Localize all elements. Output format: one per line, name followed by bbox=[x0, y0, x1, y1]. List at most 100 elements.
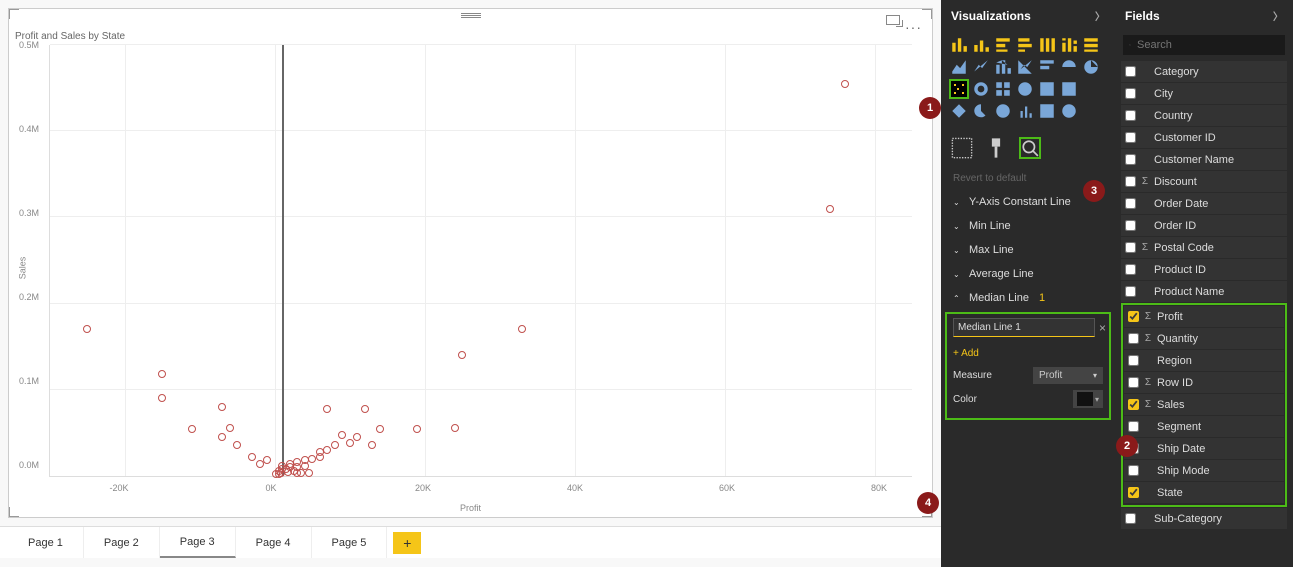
field-checkbox[interactable] bbox=[1128, 399, 1139, 410]
format-mode-icon[interactable] bbox=[985, 137, 1007, 159]
h-stacked-bar-icon[interactable] bbox=[1015, 35, 1035, 55]
field-country[interactable]: Country bbox=[1121, 105, 1287, 126]
field-checkbox[interactable] bbox=[1125, 220, 1136, 231]
matrix-icon[interactable] bbox=[1037, 79, 1057, 99]
tab-page-3[interactable]: Page 3 bbox=[160, 527, 236, 558]
funnel-icon[interactable] bbox=[949, 101, 969, 121]
scatter-icon[interactable] bbox=[949, 79, 969, 99]
measure-select[interactable]: Profit▾ bbox=[1033, 367, 1103, 384]
ribbon-icon[interactable] bbox=[1037, 57, 1057, 77]
globe-icon[interactable] bbox=[1015, 79, 1035, 99]
fields-search[interactable] bbox=[1123, 35, 1285, 55]
max-line[interactable]: ⌄Max Line bbox=[941, 238, 1115, 262]
data-point[interactable] bbox=[338, 431, 346, 439]
data-point[interactable] bbox=[263, 456, 271, 464]
chart-visual[interactable]: ··· Profit and Sales by State Sales Prof… bbox=[8, 8, 933, 518]
data-point[interactable] bbox=[841, 80, 849, 88]
plot-area[interactable] bbox=[49, 45, 912, 477]
stacked-bar-icon[interactable] bbox=[949, 35, 969, 55]
field-segment[interactable]: Segment bbox=[1124, 416, 1284, 437]
tab-page-2[interactable]: Page 2 bbox=[84, 527, 160, 558]
tab-page-4[interactable]: Page 4 bbox=[236, 527, 312, 558]
analytics-mode-icon[interactable] bbox=[1019, 137, 1041, 159]
data-point[interactable] bbox=[188, 425, 196, 433]
viz-panel-header[interactable]: Visualizations 〉 bbox=[941, 0, 1115, 31]
field-checkbox[interactable] bbox=[1125, 242, 1136, 253]
field-order-date[interactable]: Order Date bbox=[1121, 193, 1287, 214]
data-point[interactable] bbox=[361, 405, 369, 413]
field-checkbox[interactable] bbox=[1128, 311, 1139, 322]
field-profit[interactable]: ΣProfit bbox=[1124, 306, 1284, 327]
field-checkbox[interactable] bbox=[1128, 487, 1139, 498]
field-customer-name[interactable]: Customer Name bbox=[1121, 149, 1287, 170]
field-checkbox[interactable] bbox=[1125, 66, 1136, 77]
color-select[interactable]: ▾ bbox=[1073, 390, 1103, 408]
field-checkbox[interactable] bbox=[1125, 88, 1136, 99]
100-stacked-icon[interactable] bbox=[1059, 35, 1079, 55]
tab-page-5[interactable]: Page 5 bbox=[312, 527, 388, 558]
data-point[interactable] bbox=[233, 441, 241, 449]
line-icon[interactable] bbox=[971, 57, 991, 77]
data-point[interactable] bbox=[451, 424, 459, 432]
data-point[interactable] bbox=[248, 453, 256, 461]
data-point[interactable] bbox=[158, 370, 166, 378]
median-line-name-input[interactable] bbox=[953, 318, 1095, 337]
area-icon[interactable] bbox=[949, 57, 969, 77]
data-point[interactable] bbox=[323, 446, 331, 454]
h-100-icon[interactable] bbox=[1081, 35, 1101, 55]
more-options-icon[interactable]: ··· bbox=[905, 19, 922, 35]
field-city[interactable]: City bbox=[1121, 83, 1287, 104]
combo-icon[interactable] bbox=[993, 57, 1013, 77]
ring-icon[interactable] bbox=[1059, 101, 1079, 121]
field-checkbox[interactable] bbox=[1128, 377, 1139, 388]
pie-icon[interactable] bbox=[1059, 57, 1079, 77]
data-point[interactable] bbox=[308, 455, 316, 463]
field-product-name[interactable]: Product Name bbox=[1121, 281, 1287, 302]
data-point[interactable] bbox=[353, 433, 361, 441]
bubble-icon[interactable] bbox=[971, 79, 991, 99]
field-sales[interactable]: ΣSales bbox=[1124, 394, 1284, 415]
data-point[interactable] bbox=[413, 425, 421, 433]
data-point[interactable] bbox=[826, 205, 834, 213]
donut-icon[interactable] bbox=[1081, 57, 1101, 77]
multirow-icon[interactable] bbox=[1081, 79, 1101, 99]
field-checkbox[interactable] bbox=[1125, 513, 1136, 524]
data-point[interactable] bbox=[323, 405, 331, 413]
card-icon[interactable] bbox=[1037, 101, 1057, 121]
field-order-id[interactable]: Order ID bbox=[1121, 215, 1287, 236]
min-line[interactable]: ⌄Min Line bbox=[941, 214, 1115, 238]
kpi-icon[interactable] bbox=[1015, 101, 1035, 121]
line-chart-icon[interactable] bbox=[1015, 57, 1035, 77]
field-state[interactable]: State bbox=[1124, 482, 1284, 503]
data-point[interactable] bbox=[158, 394, 166, 402]
field-discount[interactable]: ΣDiscount bbox=[1121, 171, 1287, 192]
data-point[interactable] bbox=[346, 439, 354, 447]
data-point[interactable] bbox=[316, 453, 324, 461]
remove-line-button[interactable]: × bbox=[1099, 321, 1106, 335]
field-checkbox[interactable] bbox=[1128, 355, 1139, 366]
data-point[interactable] bbox=[518, 325, 526, 333]
field-checkbox[interactable] bbox=[1125, 176, 1136, 187]
more-icon[interactable] bbox=[1081, 101, 1101, 121]
field-checkbox[interactable] bbox=[1128, 333, 1139, 344]
field-checkbox[interactable] bbox=[1125, 110, 1136, 121]
clustered-bar-icon[interactable] bbox=[971, 35, 991, 55]
field-checkbox[interactable] bbox=[1125, 286, 1136, 297]
add-line-button[interactable]: + Add bbox=[953, 348, 979, 359]
donut2-icon[interactable] bbox=[993, 101, 1013, 121]
add-page-button[interactable]: + bbox=[393, 532, 421, 554]
data-point[interactable] bbox=[284, 468, 292, 476]
tab-page-1[interactable]: Page 1 bbox=[8, 527, 84, 558]
data-point[interactable] bbox=[256, 460, 264, 468]
field-quantity[interactable]: ΣQuantity bbox=[1124, 328, 1284, 349]
column-icon[interactable] bbox=[1037, 35, 1057, 55]
fields-mode-icon[interactable] bbox=[951, 137, 973, 159]
data-point[interactable] bbox=[331, 441, 339, 449]
data-point[interactable] bbox=[218, 433, 226, 441]
field-checkbox[interactable] bbox=[1128, 465, 1139, 476]
field-customer-id[interactable]: Customer ID bbox=[1121, 127, 1287, 148]
field-checkbox[interactable] bbox=[1128, 421, 1139, 432]
data-point[interactable] bbox=[376, 425, 384, 433]
field-checkbox[interactable] bbox=[1125, 154, 1136, 165]
treemap-icon[interactable] bbox=[993, 79, 1013, 99]
